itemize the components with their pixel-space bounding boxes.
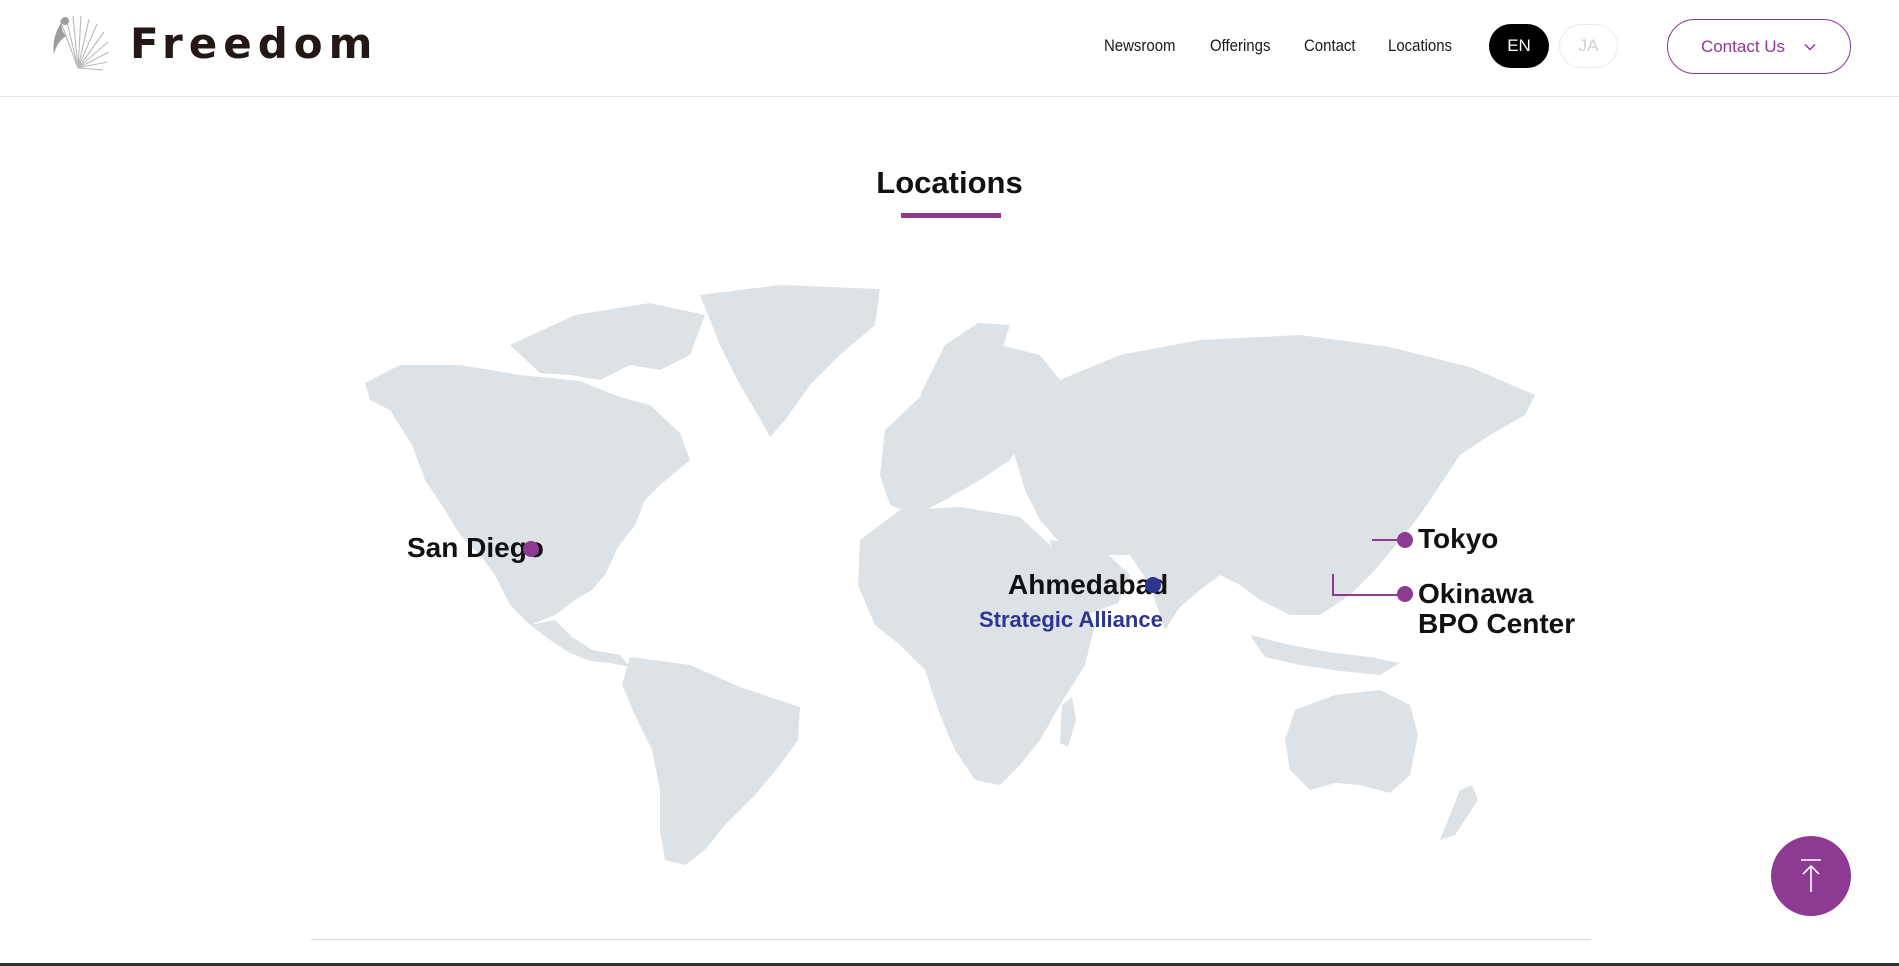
arrow-up-icon: [1801, 859, 1821, 892]
section-title: Locations: [876, 165, 1023, 200]
world-map: [360, 285, 1540, 870]
nav-contact[interactable]: Contact: [1304, 36, 1356, 56]
nav-offerings[interactable]: Offerings: [1210, 36, 1270, 56]
landmass-madagascar: [1060, 697, 1076, 747]
location-tokyo-pin[interactable]: [1397, 532, 1413, 548]
feather-logo-icon: [53, 15, 110, 71]
nav-newsroom[interactable]: Newsroom: [1104, 36, 1176, 56]
section-divider: [311, 939, 1591, 940]
landmass-new-zealand: [1440, 785, 1478, 840]
chevron-down-icon: [1804, 43, 1816, 51]
okinawa-leader-horizontal: [1332, 594, 1404, 596]
location-san-diego-pin[interactable]: [523, 541, 539, 557]
main-nav: Newsroom Offerings Contact Locations: [1104, 0, 1491, 92]
landmass-north-america: [365, 365, 690, 625]
nav-locations[interactable]: Locations: [1388, 36, 1452, 56]
landmass-arctic-islands: [510, 303, 705, 380]
location-ahmedabad-note: Strategic Alliance: [979, 607, 1163, 632]
location-ahmedabad-pin[interactable]: [1145, 577, 1161, 593]
landmass-south-america: [622, 657, 800, 865]
location-okinawa-label-line1: Okinawa: [1418, 578, 1534, 609]
brand-logo[interactable]: Freedom: [48, 10, 378, 76]
contact-us-label: Contact Us: [1700, 36, 1786, 56]
title-underline: [901, 213, 1001, 218]
brand-name: Freedom: [130, 18, 379, 68]
location-okinawa-label-line2: BPO Center: [1418, 608, 1576, 639]
location-okinawa-pin[interactable]: [1397, 586, 1413, 602]
site-header: Freedom Newsroom Offerings Contact Locat…: [0, 0, 1899, 97]
scroll-to-top-button[interactable]: [1771, 836, 1851, 916]
world-map-graphic: [365, 285, 1535, 865]
contact-us-button[interactable]: Contact Us: [1667, 19, 1851, 74]
landmass-central-america: [530, 620, 630, 667]
language-ja-button[interactable]: JA: [1559, 24, 1618, 68]
landmass-indonesia: [1250, 635, 1400, 675]
landmass-australia: [1285, 690, 1418, 793]
language-en-button[interactable]: EN: [1489, 24, 1549, 68]
location-tokyo-label: Tokyo: [1418, 523, 1499, 554]
okinawa-leader-vertical: [1332, 574, 1334, 596]
landmass-greenland: [700, 285, 880, 437]
